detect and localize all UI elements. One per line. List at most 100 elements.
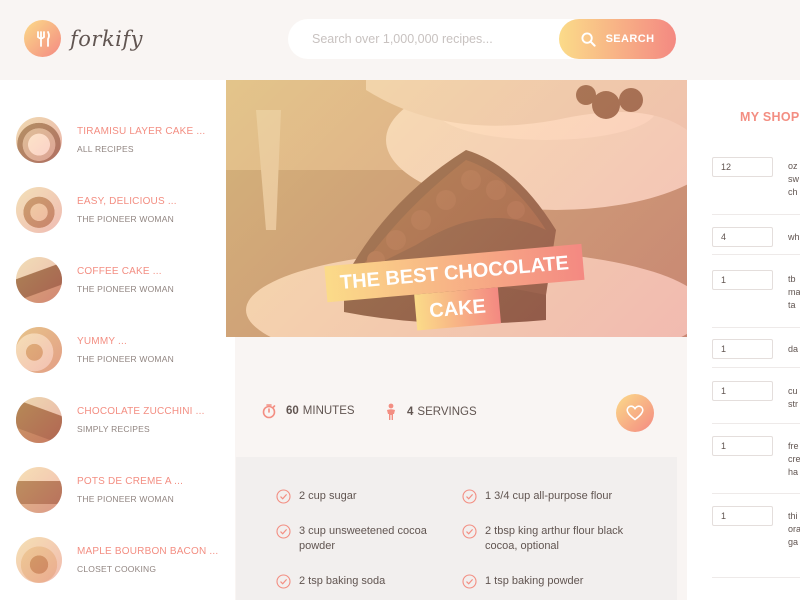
desc-line: ga (788, 537, 799, 547)
shopping-item: fre cre ha (712, 424, 800, 494)
logo-text: forkify (70, 26, 144, 51)
result-publisher: THE PIONEER WOMAN (77, 354, 174, 364)
quantity-input[interactable] (712, 157, 773, 177)
result-image (16, 537, 62, 583)
result-title: MAPLE BOURBON BACON ... (77, 546, 219, 557)
recipe-duration: 60 MINUTES (261, 403, 355, 419)
shopping-item: oz sw ch (712, 148, 800, 215)
result-title: COFFEE CAKE ... (77, 266, 162, 277)
result-publisher: THE PIONEER WOMAN (77, 284, 174, 294)
result-publisher: CLOSET COOKING (77, 564, 157, 574)
ingredient-item: 2 cup sugar (276, 489, 356, 504)
result-title: TIRAMISU LAYER CAKE ... (77, 126, 206, 137)
desc-line: ma (788, 287, 800, 297)
ingredient-text: 2 tsp baking soda (299, 575, 386, 587)
desc-line: thi (788, 511, 798, 521)
check-circle-icon (462, 574, 477, 589)
ingredient-item: 3 cup unsweetened cocoa powder (276, 524, 427, 554)
check-circle-icon (462, 524, 477, 539)
ingredient-text: 1 tsp baking powder (485, 575, 584, 587)
desc-line: cu (788, 386, 798, 396)
result-publisher: THE PIONEER WOMAN (77, 214, 174, 224)
result-title: YUMMY ... (77, 336, 127, 347)
search-input[interactable] (312, 19, 552, 59)
result-publisher: ALL RECIPES (77, 144, 134, 154)
quantity-input[interactable] (712, 381, 773, 401)
ingredient-text: 3 cup unsweetened cocoa (299, 525, 427, 537)
servings-value: 4 (407, 406, 414, 418)
shopping-item: cu str (712, 368, 800, 424)
result-item[interactable]: YUMMY ... THE PIONEER WOMAN (0, 315, 235, 385)
fork-knife-icon (24, 20, 61, 57)
duration-value: 60 (286, 405, 299, 417)
result-item[interactable]: TIRAMISU LAYER CAKE ... ALL RECIPES (0, 105, 235, 175)
stopwatch-icon (262, 404, 276, 419)
result-publisher: THE PIONEER WOMAN (77, 494, 174, 504)
ingredient-text-cont: powder (299, 540, 336, 552)
desc-line: oz (788, 161, 798, 171)
result-item[interactable]: POTS DE CREME A ... THE PIONEER WOMAN (0, 455, 235, 525)
shopping-item: tb ma ta (712, 255, 800, 328)
shopping-item-desc: da (788, 343, 798, 356)
desc-line: wh (788, 232, 800, 242)
result-item[interactable]: MAPLE BOURBON BACON ... CLOSET COOKING (0, 525, 235, 595)
ingredient-item: 2 tsp baking soda (276, 574, 385, 589)
heart-icon (626, 405, 644, 421)
result-item[interactable]: COFFEE CAKE ... THE PIONEER WOMAN (0, 245, 235, 315)
result-publisher: SIMPLY RECIPES (77, 424, 150, 434)
result-title: EASY, DELICIOUS ... (77, 196, 177, 207)
result-item[interactable]: CHOCOLATE ZUCCHINI ... SIMPLY RECIPES (0, 385, 235, 455)
shopping-item: thi ora ga (712, 494, 800, 578)
ingredient-item: 1 3/4 cup all-purpose flour (462, 489, 612, 504)
ingredient-text: 2 cup sugar (299, 490, 357, 502)
desc-line: ch (788, 187, 798, 197)
recipe: THE BEST CHOCOLATE CAKE 60 MINUTES 4 SER… (226, 80, 687, 600)
shopping-list: MY SHOPPING LIST oz sw ch wh tb ma ta da… (687, 80, 800, 600)
quantity-input[interactable] (712, 436, 773, 456)
check-circle-icon (276, 574, 291, 589)
shopping-item: da (712, 328, 800, 368)
header: forkify SEARCH (0, 0, 800, 80)
result-image (16, 467, 62, 513)
search-results: TIRAMISU LAYER CAKE ... ALL RECIPES EASY… (0, 80, 235, 600)
search-button[interactable]: SEARCH (559, 19, 676, 59)
desc-line: fre (788, 441, 799, 451)
ingredient-text: 2 tbsp king arthur flour black (485, 525, 624, 537)
ingredient-text-cont: cocoa, optional (485, 540, 559, 552)
logo[interactable]: forkify (24, 20, 143, 57)
shopping-item-desc: wh (788, 231, 800, 244)
search-form: SEARCH (288, 19, 676, 59)
quantity-input[interactable] (712, 339, 773, 359)
result-image (16, 257, 62, 303)
shopping-item-desc: thi ora ga (788, 510, 800, 549)
desc-line: ta (788, 300, 796, 310)
ingredient-item: 2 tbsp king arthur flour black cocoa, op… (462, 524, 623, 554)
recipe-servings: 4 SERVINGS (384, 403, 477, 421)
shopping-item-desc: cu str (788, 385, 798, 411)
result-image (16, 187, 62, 233)
search-icon (581, 31, 596, 47)
result-image (16, 117, 62, 163)
desc-line: ora (788, 524, 800, 534)
search-button-label: SEARCH (605, 33, 655, 45)
favorite-button[interactable] (616, 394, 654, 432)
desc-line: cre (788, 454, 800, 464)
shopping-item-desc: oz sw ch (788, 160, 799, 199)
desc-line: sw (788, 174, 799, 184)
shopping-item-desc: fre cre ha (788, 440, 800, 479)
quantity-input[interactable] (712, 227, 773, 247)
check-circle-icon (462, 489, 477, 504)
result-image (16, 397, 62, 443)
result-item[interactable]: EASY, DELICIOUS ... THE PIONEER WOMAN (0, 175, 235, 245)
quantity-input[interactable] (712, 270, 773, 290)
recipe-details: 60 MINUTES 4 SERVINGS (236, 337, 677, 457)
check-circle-icon (276, 489, 291, 504)
quantity-input[interactable] (712, 506, 773, 526)
check-circle-icon (276, 524, 291, 539)
person-icon (387, 403, 395, 420)
desc-line: da (788, 344, 799, 354)
recipe-title-line-2: CAKE (413, 287, 502, 331)
result-image (16, 327, 62, 373)
result-title: POTS DE CREME A ... (77, 476, 184, 487)
shopping-item-desc: tb ma ta (788, 273, 800, 312)
